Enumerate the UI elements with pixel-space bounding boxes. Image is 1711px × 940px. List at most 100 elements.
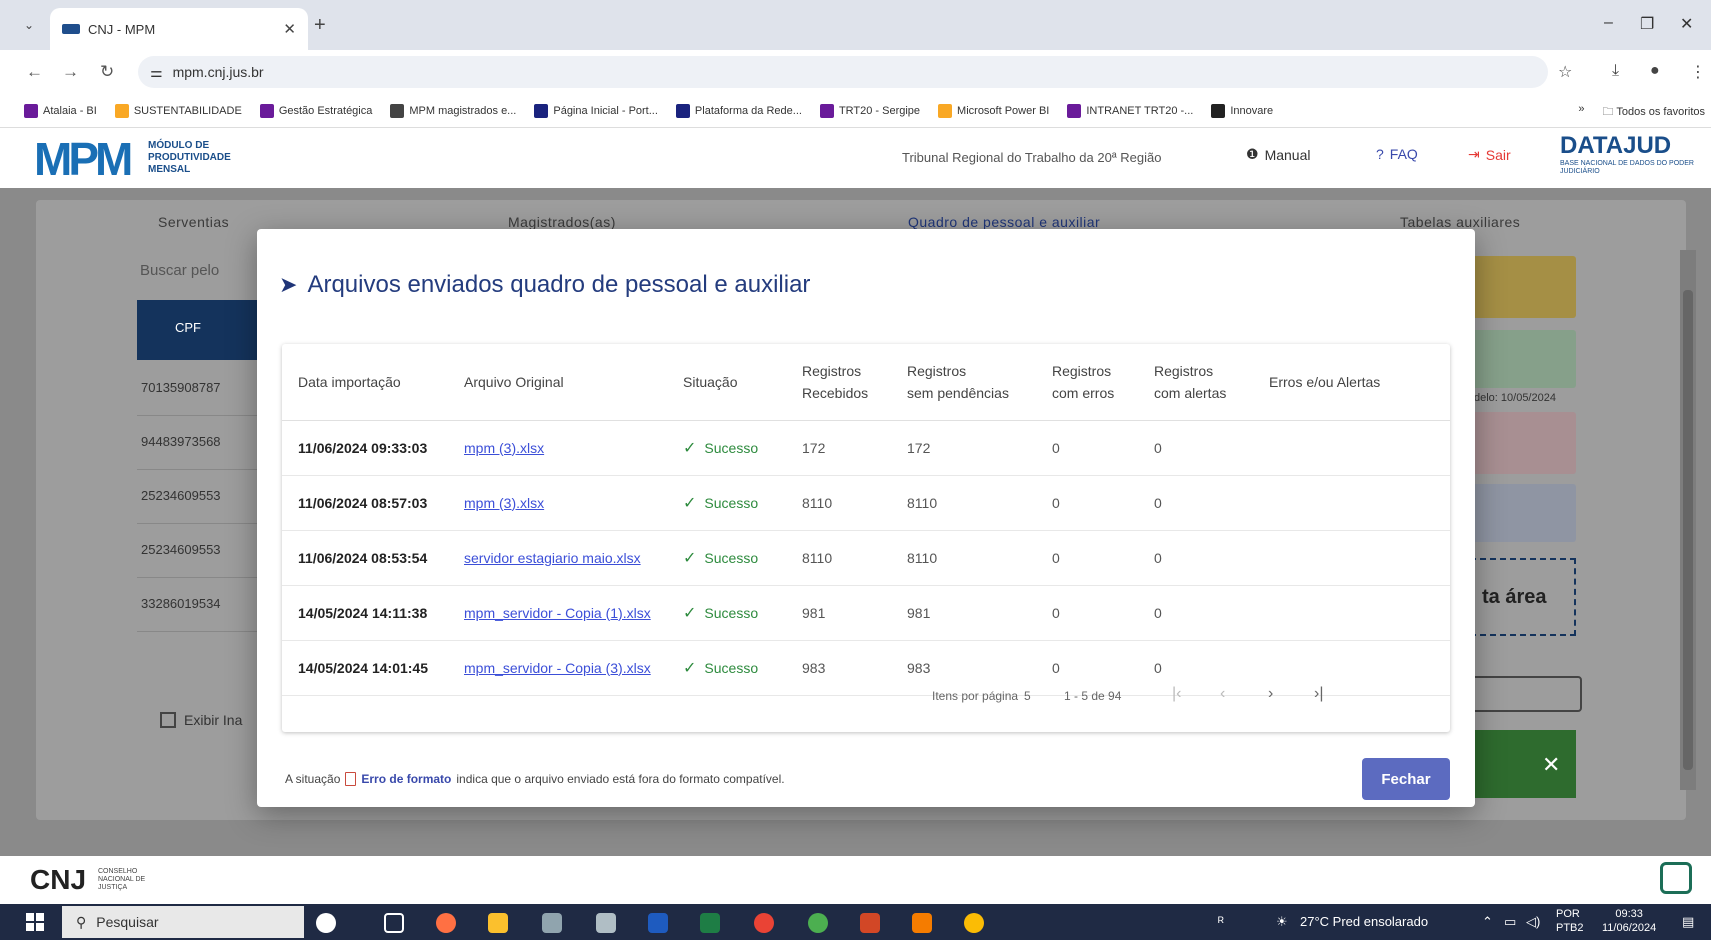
windows-start-icon[interactable] xyxy=(26,913,44,931)
app-icon[interactable] xyxy=(912,913,932,933)
arquivo-link[interactable]: servidor estagiario maio.xlsx xyxy=(464,550,641,566)
cortana-icon[interactable] xyxy=(316,913,336,933)
bookmark-icon xyxy=(390,103,405,118)
arquivo-link[interactable]: mpm_servidor - Copia (1).xlsx xyxy=(464,605,651,621)
background-close-icon[interactable]: ✕ xyxy=(1470,730,1576,798)
people-icon[interactable]: ᴿ xyxy=(1218,914,1224,929)
situacao-label: Sucesso xyxy=(704,494,759,511)
faq-button[interactable]: ? FAQ xyxy=(1376,146,1418,162)
back-icon[interactable]: ← xyxy=(26,62,43,82)
forward-icon[interactable]: → xyxy=(62,62,79,82)
bookmark-item[interactable]: INTRANET TRT20 -... xyxy=(1067,103,1193,118)
windows-taskbar: ⚲ Pesquisar ᴿ ☀ 27°C Pred ensolarado ⌃ ▭… xyxy=(0,904,1711,940)
fechar-button[interactable]: Fechar xyxy=(1362,758,1450,800)
next-page-icon[interactable]: › xyxy=(1268,685,1273,703)
close-window-icon[interactable]: ✕ xyxy=(1680,14,1693,34)
taskbar-search-input[interactable]: ⚲ Pesquisar xyxy=(62,906,304,938)
site-settings-icon[interactable]: ⚌ xyxy=(150,64,163,81)
datajud-subtitle: BASE NACIONAL DE DADOS DO PODER JUDICIÁR… xyxy=(1560,160,1694,175)
browser-tab[interactable]: CNJ - MPM ✕ xyxy=(50,8,308,50)
bookmark-item[interactable]: Página Inicial - Port... xyxy=(534,103,658,118)
tray-expand-icon[interactable]: ⌃ xyxy=(1482,914,1493,930)
cell-arquivo-original: mpm (3).xlsx xyxy=(464,420,683,476)
word-icon[interactable] xyxy=(648,913,668,933)
background-exibir-checkbox[interactable]: Exibir Ina xyxy=(160,712,242,728)
bookmark-label: MPM magistrados e... xyxy=(409,104,517,117)
bookmark-item[interactable]: Atalaia - BI xyxy=(24,103,97,118)
bookmark-icon xyxy=(675,103,690,118)
cell-recebidos: 8110 xyxy=(802,475,907,531)
bookmark-item[interactable]: MPM magistrados e... xyxy=(390,103,517,118)
background-drop-area[interactable]: ta área xyxy=(1470,558,1576,636)
powerpoint-icon[interactable] xyxy=(860,913,880,933)
manual-button[interactable]: ❶ Manual xyxy=(1246,146,1310,163)
lang-code: POR xyxy=(1556,908,1580,920)
cell-situacao: ✓ Sucesso xyxy=(683,585,802,641)
more-bookmarks-button[interactable]: » xyxy=(1578,103,1584,122)
taskbar-clock[interactable]: 09:33 11/06/2024 xyxy=(1602,907,1656,935)
all-bookmarks-button[interactable]: 🗀 Todos os favoritos xyxy=(1602,103,1705,122)
bookmark-item[interactable]: SUSTENTABILIDADE xyxy=(114,103,242,118)
file-explorer-icon[interactable] xyxy=(488,913,508,933)
profile-icon[interactable]: ● xyxy=(1650,62,1660,80)
erro-formato-label: Erro de formato xyxy=(361,772,452,786)
firefox-icon[interactable] xyxy=(436,913,456,933)
nav-quadro-pessoal[interactable]: Quadro de pessoal e auxiliar xyxy=(908,214,1100,230)
bookmark-item[interactable]: Microsoft Power BI xyxy=(938,103,1050,118)
bookmark-item[interactable]: Gestão Estratégica xyxy=(259,103,372,118)
first-page-icon[interactable]: |‹ xyxy=(1172,685,1181,703)
previous-page-icon[interactable]: ‹ xyxy=(1220,685,1225,703)
arquivo-link[interactable]: mpm (3).xlsx xyxy=(464,495,544,511)
task-view-icon[interactable] xyxy=(384,913,404,933)
nav-serventias[interactable]: Serventias xyxy=(158,214,229,230)
app-icon[interactable] xyxy=(1660,862,1692,894)
arquivo-link[interactable]: mpm (3).xlsx xyxy=(464,440,544,456)
volume-icon[interactable]: ◁) xyxy=(1526,914,1540,930)
background-input[interactable] xyxy=(1470,676,1582,712)
arquivo-link[interactable]: mpm_servidor - Copia (3).xlsx xyxy=(464,660,651,676)
menu-icon[interactable]: ⋮ xyxy=(1690,62,1706,82)
weather-icon[interactable]: ☀ xyxy=(1276,914,1288,930)
notepad-icon[interactable] xyxy=(542,913,562,933)
logout-button[interactable]: ⇥ Sair xyxy=(1468,146,1511,163)
tab-list-chevron-icon[interactable]: ⌄ xyxy=(24,18,34,32)
excel-icon[interactable] xyxy=(700,913,720,933)
last-page-icon[interactable]: ›| xyxy=(1314,685,1323,703)
background-cpf-header: CPF xyxy=(137,300,257,360)
bookmark-item[interactable]: Innovare xyxy=(1211,103,1273,118)
bookmark-label: Microsoft Power BI xyxy=(957,104,1050,117)
scrollbar-thumb[interactable] xyxy=(1683,290,1693,770)
app-icon[interactable] xyxy=(596,913,616,933)
items-per-page-select[interactable]: 5 xyxy=(1024,689,1031,703)
bookmark-star-icon[interactable]: ☆ xyxy=(1558,62,1572,82)
new-tab-icon[interactable]: + xyxy=(314,14,326,37)
bookmark-label: TRT20 - Sergipe xyxy=(838,104,921,117)
bookmark-item[interactable]: TRT20 - Sergipe xyxy=(819,103,921,118)
page-scrollbar[interactable] xyxy=(1680,250,1696,790)
network-icon[interactable]: ▭ xyxy=(1504,914,1516,930)
clock-date: 11/06/2024 xyxy=(1602,922,1657,934)
table-row: 11/06/2024 09:33:03 mpm (3).xlsx ✓ Sucesso 1… xyxy=(282,420,1450,476)
cell-arquivo-original: servidor estagiario maio.xlsx xyxy=(464,530,683,586)
background-search-input[interactable]: Buscar pelo xyxy=(140,262,260,292)
chrome-icon[interactable] xyxy=(808,913,828,933)
close-tab-icon[interactable]: ✕ xyxy=(283,20,296,38)
reload-icon[interactable]: ↻ xyxy=(100,62,114,82)
bookmark-item[interactable]: Plataforma da Rede... xyxy=(675,103,802,118)
col-data-importacao: Data importação xyxy=(282,344,464,421)
notifications-icon[interactable]: ▤ xyxy=(1682,914,1694,930)
mpm-logo[interactable]: MPM xyxy=(34,136,133,182)
url-input[interactable]: ⚌ mpm.cnj.jus.br xyxy=(138,56,1548,88)
restore-icon[interactable]: ❐ xyxy=(1640,14,1654,34)
table-row: 11/06/2024 08:53:54 servidor estagiario m… xyxy=(282,530,1450,586)
weather-text[interactable]: 27°C Pred ensolarado xyxy=(1300,914,1428,929)
language-indicator[interactable]: POR PTB2 xyxy=(1556,907,1584,935)
nav-magistrados[interactable]: Magistrados(as) xyxy=(508,214,616,230)
chrome-icon[interactable] xyxy=(754,913,774,933)
download-icon[interactable]: ⤓ xyxy=(1612,62,1619,80)
nav-tabelas-auxiliares[interactable]: Tabelas auxiliares xyxy=(1400,214,1520,230)
cell-recebidos: 981 xyxy=(802,585,907,641)
minimize-icon[interactable]: – xyxy=(1604,14,1613,32)
cell-com-alertas: 0 xyxy=(1154,420,1269,476)
chrome-icon[interactable] xyxy=(964,913,984,933)
